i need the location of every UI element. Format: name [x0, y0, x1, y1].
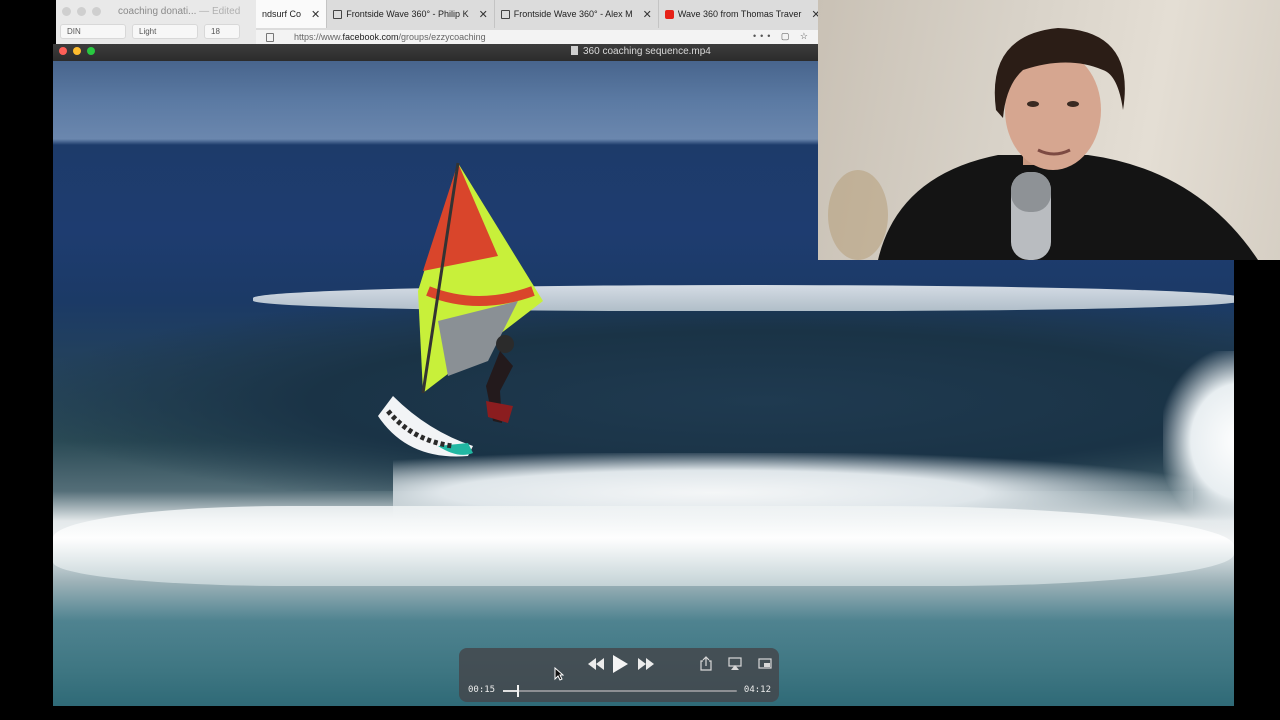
font-size-field[interactable]: 18 [204, 24, 240, 39]
window-controls [59, 47, 95, 55]
windsurfer-figure [378, 162, 543, 457]
editor-zoom-button[interactable] [92, 7, 101, 16]
tab-label: Frontside Wave 360° - Philip K [346, 9, 469, 19]
file-name: 360 coaching sequence.mp4 [583, 46, 711, 57]
font-family-select[interactable]: DIN [60, 24, 126, 39]
font-toolbar: DIN Light 18 [60, 24, 240, 39]
scrubber-progress [503, 690, 518, 692]
background-editor-window: coaching donati... — Edited DIN Light 18 [56, 0, 257, 44]
video-file-icon [571, 46, 578, 55]
font-weight-select[interactable]: Light [132, 24, 198, 39]
browser-tab-strip: ndsurf Co ✕ Frontside Wave 360° - Philip… [256, 0, 818, 30]
player-titlebar[interactable]: 360 coaching sequence.mp4 [53, 44, 818, 62]
share-icon[interactable] [700, 656, 712, 671]
editor-close-button[interactable] [62, 7, 71, 16]
url-host: facebook.com [342, 32, 399, 42]
page-icon [500, 9, 510, 19]
fast-forward-icon[interactable] [637, 657, 655, 671]
scrubber-handle[interactable] [517, 685, 520, 697]
tab-close-icon[interactable]: ✕ [311, 8, 320, 21]
tab-close-icon[interactable]: ✕ [643, 8, 652, 21]
rewind-icon[interactable] [587, 657, 605, 671]
lock-icon [266, 33, 274, 42]
browser-tab[interactable]: Wave 360 from Thomas Traver ✕ [659, 0, 818, 28]
current-time: 00:15 [468, 685, 496, 695]
airplay-icon[interactable] [728, 657, 742, 671]
url-path: /groups/ezzycoaching [398, 32, 486, 42]
editor-edited-status: — Edited [199, 6, 241, 17]
url-prefix: https://www. [294, 32, 343, 42]
scrubber-track[interactable] [503, 685, 737, 697]
shorebreak-foam [53, 506, 1234, 586]
close-button[interactable] [59, 47, 67, 55]
tab-label: Wave 360 from Thomas Traver [677, 9, 802, 19]
video-file-title: 360 coaching sequence.mp4 [571, 46, 711, 57]
tab-close-icon[interactable]: ✕ [479, 8, 488, 21]
page-icon [333, 9, 343, 19]
total-time: 04:12 [743, 685, 771, 695]
url-text[interactable]: https://www.facebook.com/groups/ezzycoac… [294, 32, 486, 42]
tab-label: ndsurf Co [262, 9, 302, 19]
editor-title: coaching donati... — Edited [118, 6, 240, 17]
tab-label: Frontside Wave 360° - Alex M [513, 9, 633, 19]
zoom-button[interactable] [87, 47, 95, 55]
browser-toolbar-icons[interactable]: ••• ▢ ☆ [753, 31, 812, 42]
editor-window-controls [62, 7, 101, 16]
mouse-cursor-icon [554, 667, 564, 681]
editor-document-name: coaching donati... [118, 6, 197, 17]
browser-tab[interactable]: Frontside Wave 360° - Philip K ✕ [327, 0, 495, 28]
browser-tab[interactable]: ndsurf Co ✕ [256, 0, 328, 28]
play-icon[interactable] [611, 654, 629, 674]
address-bar[interactable]: https://www.facebook.com/groups/ezzycoac… [256, 30, 818, 44]
webcam-overlay [818, 0, 1280, 260]
minimize-button[interactable] [73, 47, 81, 55]
tab-close-icon[interactable]: ✕ [811, 8, 818, 21]
picture-in-picture-icon[interactable] [758, 658, 772, 669]
breaking-whitewater [1163, 351, 1234, 531]
presenter-video [828, 28, 1258, 260]
editor-minimize-button[interactable] [77, 7, 86, 16]
youtube-icon [664, 9, 674, 19]
playback-controls: 00:15 04:12 [459, 648, 779, 702]
browser-tab[interactable]: Frontside Wave 360° - Alex M ✕ [495, 0, 659, 28]
